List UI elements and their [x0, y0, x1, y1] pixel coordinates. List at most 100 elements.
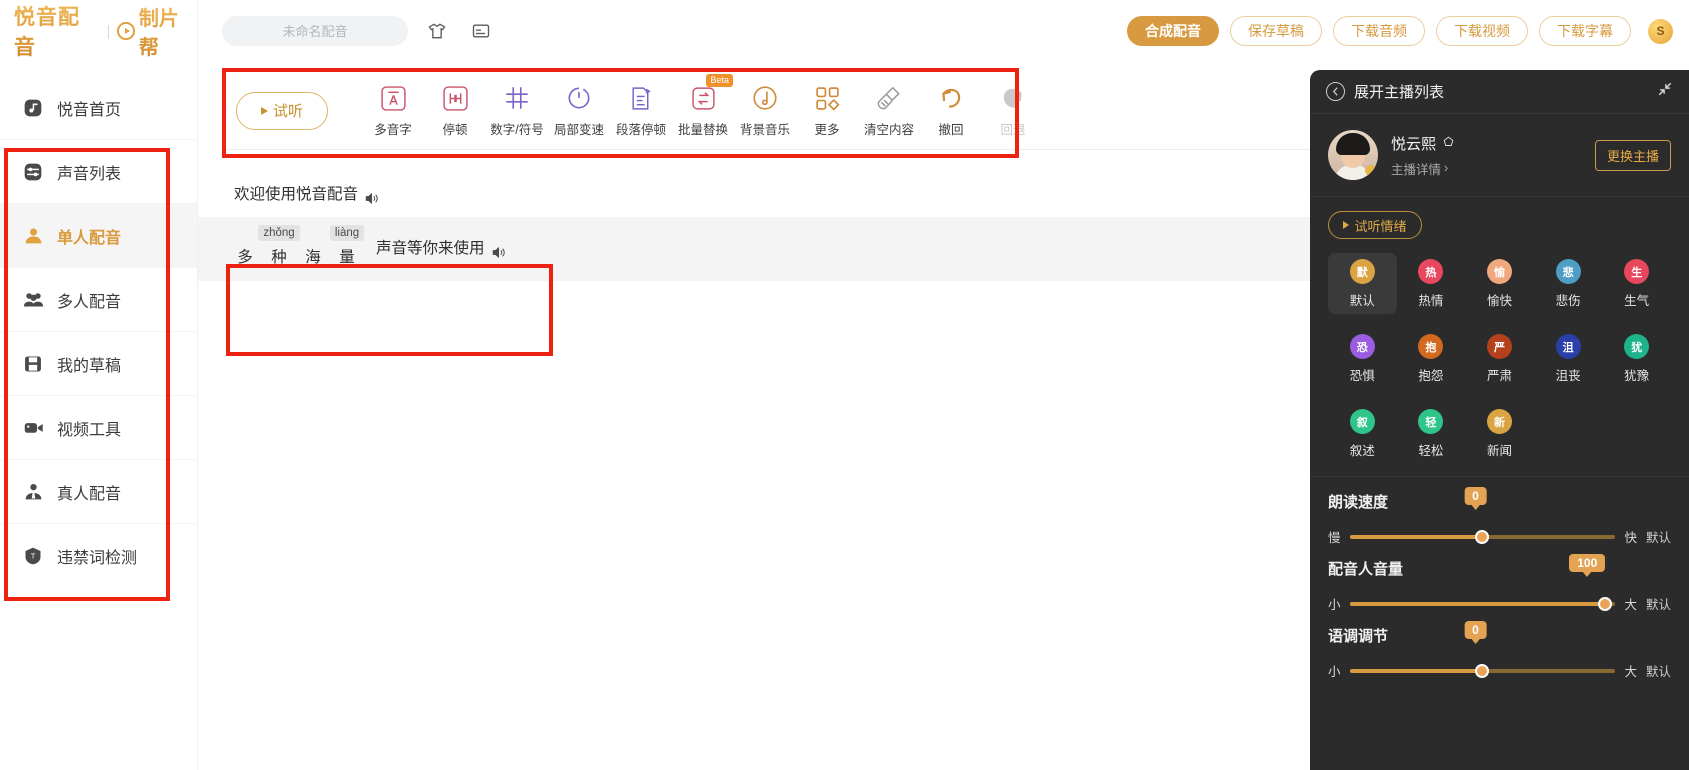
- tool-undo[interactable]: 撤回: [920, 83, 982, 138]
- speaker-icon[interactable]: [364, 187, 380, 204]
- tool-batch-replace[interactable]: Beta 批量替换: [672, 74, 734, 138]
- slider-track[interactable]: [1349, 596, 1616, 611]
- download-video-button[interactable]: 下载视频: [1436, 16, 1528, 46]
- emotion-dot: 犹: [1624, 334, 1650, 359]
- tool-more[interactable]: 更多: [796, 83, 858, 138]
- tool-number-symbol[interactable]: 数字/符号: [486, 83, 548, 138]
- coin-icon[interactable]: S: [1648, 18, 1673, 44]
- try-emotion-label: 试听情绪: [1354, 218, 1407, 234]
- save-draft-button[interactable]: 保存草稿: [1230, 16, 1322, 46]
- emotion-label: 恐惧: [1349, 369, 1375, 383]
- video-camera-icon: [22, 417, 44, 439]
- try-emotion-button[interactable]: 试听情绪: [1328, 211, 1422, 239]
- tool-clear-content[interactable]: 清空内容: [858, 83, 920, 138]
- emotion-label: 严肃: [1486, 369, 1512, 383]
- slider-knob[interactable]: [1475, 663, 1490, 678]
- chevron-left-circle-icon[interactable]: [1326, 82, 1345, 101]
- emotion-fear[interactable]: 恐恐惧: [1328, 328, 1397, 389]
- emotion-hesitant[interactable]: 犹犹豫: [1602, 328, 1671, 389]
- emotion-serious[interactable]: 严严肃: [1465, 328, 1534, 389]
- paragraph-pause-icon: [626, 83, 656, 113]
- slider-track[interactable]: [1349, 663, 1616, 678]
- sidebar-item-label: 视频工具: [57, 421, 122, 439]
- tool-label: 段落停顿: [615, 123, 666, 137]
- emotion-dot: 严: [1486, 334, 1512, 359]
- speaker-icon[interactable]: [491, 241, 507, 259]
- tool-pause[interactable]: 停顿: [424, 83, 486, 138]
- sidebar-item-video-tools[interactable]: 视频工具: [0, 396, 197, 460]
- emotion-angry[interactable]: 生生气: [1602, 253, 1671, 314]
- slider-knob[interactable]: [1475, 529, 1490, 544]
- sidebar-item-single-dubbing[interactable]: 单人配音: [0, 204, 197, 268]
- slider-row: 小 大 默认: [1328, 594, 1671, 613]
- slider-title: 配音人音量: [1328, 561, 1404, 578]
- sliders-icon: [22, 161, 44, 183]
- slider-min-label: 小: [1328, 598, 1341, 612]
- emotion-depressed[interactable]: 沮沮丧: [1534, 328, 1603, 389]
- slider-knob[interactable]: [1597, 596, 1612, 611]
- download-audio-button[interactable]: 下载音频: [1333, 16, 1425, 46]
- slider-volume: 配音人音量 100 小 大 默认: [1328, 554, 1671, 613]
- brand-partner: 制片帮: [117, 2, 197, 60]
- sidebar-item-real-person-dubbing[interactable]: 真人配音: [0, 460, 197, 524]
- broom-icon: [874, 83, 904, 113]
- audition-button[interactable]: 试听: [236, 91, 328, 130]
- anchor-row: 悦云熙 主播详情 › 更换主播: [1310, 114, 1689, 197]
- topbar: 合成配音 保存草稿 下载音频 下载视频 下载字幕 S: [198, 0, 1689, 62]
- tool-label: 数字/符号: [490, 123, 544, 137]
- emotion-label: 生气: [1624, 294, 1650, 308]
- emotion-dot: 悲: [1555, 259, 1581, 284]
- slider-track[interactable]: [1349, 529, 1616, 544]
- slider-reset-default[interactable]: 默认: [1646, 527, 1671, 546]
- shirt-icon[interactable]: [422, 16, 452, 46]
- sidebar-item-banned-word-check[interactable]: T 违禁词检测: [0, 524, 197, 588]
- sidebar-item-voice-list[interactable]: 声音列表: [0, 140, 197, 204]
- sidebar-item-drafts[interactable]: 我的草稿: [0, 332, 197, 396]
- subtitle-icon[interactable]: [466, 16, 496, 46]
- tool-label: 多音字: [374, 123, 412, 137]
- emotion-default[interactable]: 默默认: [1328, 253, 1397, 314]
- pinyin-char[interactable]: 海: [296, 239, 330, 272]
- brand-logo[interactable]: 悦音配音 | 制片帮: [0, 0, 197, 62]
- brand-partner-label: 制片帮: [139, 2, 197, 60]
- tool-polyphone[interactable]: 多音字: [362, 83, 424, 138]
- beta-badge: Beta: [706, 74, 733, 87]
- project-title-input[interactable]: [222, 16, 408, 46]
- pinyin-char[interactable]: 多: [228, 239, 262, 272]
- sidebar-item-home[interactable]: 悦音首页: [0, 76, 197, 140]
- slider-reset-default[interactable]: 默认: [1646, 594, 1671, 613]
- slider-reset-default[interactable]: 默认: [1646, 661, 1671, 680]
- emotion-dot: 抱: [1418, 334, 1444, 359]
- emotion-narrative[interactable]: 叙叙述: [1328, 403, 1397, 464]
- sidebar-item-multi-dubbing[interactable]: 多人配音: [0, 268, 197, 332]
- synthesize-button[interactable]: 合成配音: [1127, 16, 1219, 46]
- anchor-detail-link[interactable]: 主播详情 ›: [1391, 159, 1455, 178]
- pinyin-body: 多: [237, 249, 253, 267]
- pinyin-char[interactable]: zhǒng 种: [258, 225, 300, 272]
- collapse-arrows-icon[interactable]: [1657, 81, 1673, 102]
- tool-local-speed[interactable]: 局部变速: [548, 83, 610, 138]
- emotion-happy[interactable]: 愉愉快: [1465, 253, 1534, 314]
- sidebar-item-label: 悦音首页: [57, 101, 122, 119]
- avatar[interactable]: [1328, 130, 1378, 180]
- tool-bgm[interactable]: 背景音乐: [734, 83, 796, 138]
- emotion-dot: 沮: [1555, 334, 1581, 359]
- emotion-relaxed[interactable]: 轻轻松: [1397, 403, 1466, 464]
- tool-paragraph-pause[interactable]: 段落停顿: [610, 83, 672, 138]
- group-people-icon: [22, 289, 44, 311]
- emotion-complain[interactable]: 抱抱怨: [1397, 328, 1466, 389]
- emotion-news[interactable]: 新新闻: [1465, 403, 1534, 464]
- emotion-sad[interactable]: 悲悲伤: [1534, 253, 1603, 314]
- pinyin-top: liàng: [329, 225, 365, 242]
- download-subtitle-button[interactable]: 下载字幕: [1539, 16, 1631, 46]
- topbar-actions: 合成配音 保存草稿 下载音频 下载视频 下载字幕 S: [1127, 16, 1673, 46]
- emotion-passionate[interactable]: 热热情: [1397, 253, 1466, 314]
- brand-divider: |: [106, 22, 111, 40]
- anchor-name: 悦云熙: [1391, 135, 1437, 153]
- tool-label: 局部变速: [553, 123, 604, 137]
- pause-mark-icon: [440, 83, 470, 113]
- pinyin-char[interactable]: liàng 量: [329, 225, 365, 272]
- change-anchor-button[interactable]: 更换主播: [1594, 139, 1671, 171]
- tool-redo[interactable]: 回退: [982, 83, 1044, 138]
- tool-label: 停顿: [442, 123, 468, 137]
